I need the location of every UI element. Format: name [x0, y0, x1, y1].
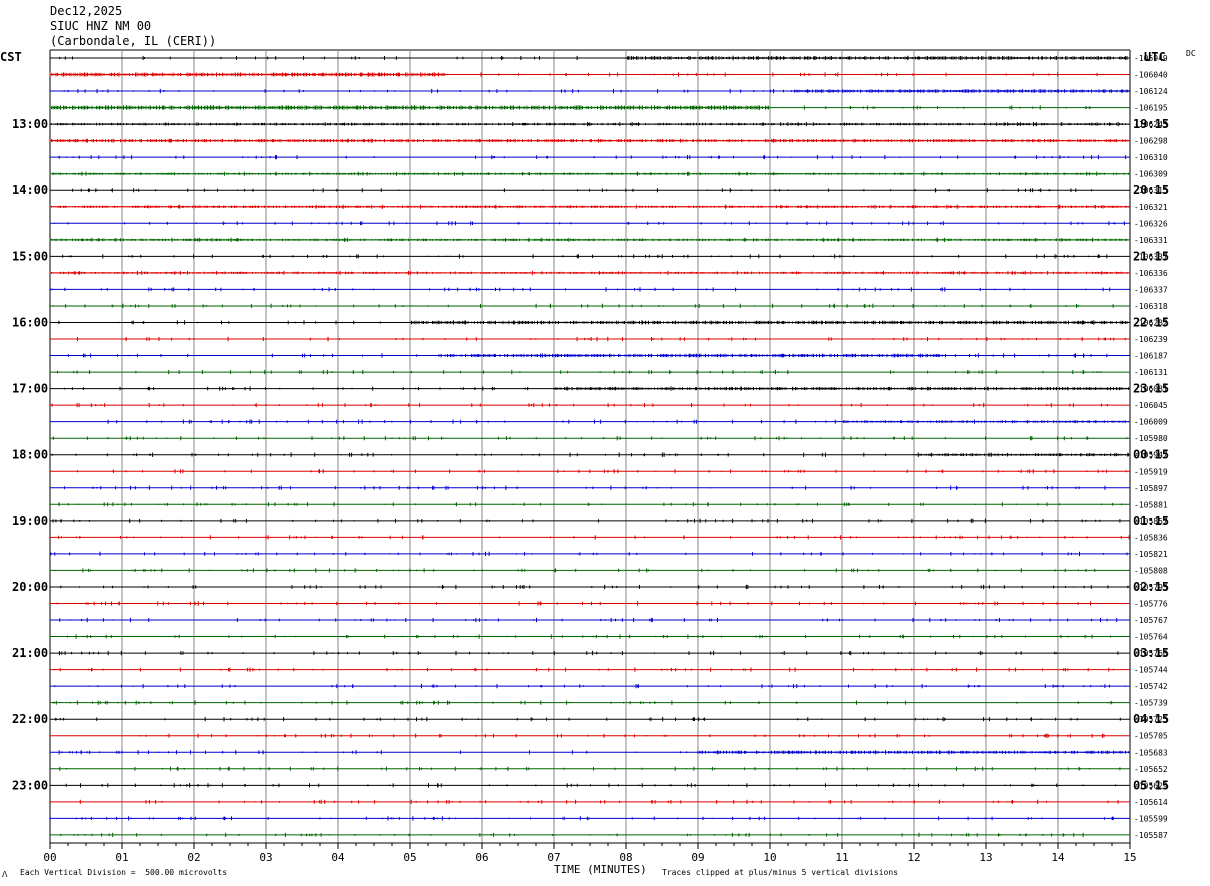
dc-offset-label: -105821 — [1134, 550, 1168, 559]
x-tick-label: 04 — [331, 851, 345, 864]
dc-offset-label: -106309 — [1134, 170, 1168, 179]
dc-offset-label: -105683 — [1134, 748, 1168, 757]
dc-offset-label: -105587 — [1134, 831, 1168, 840]
x-tick-label: 02 — [187, 851, 200, 864]
dc-offset-label: -106195 — [1134, 104, 1168, 113]
x-tick-label: 01 — [115, 851, 128, 864]
x-tick-label: 12 — [907, 851, 920, 864]
dc-offset-label: -106131 — [1134, 368, 1168, 377]
dc-offset-label: -106331 — [1134, 236, 1168, 245]
dc-offset-label: -105897 — [1134, 484, 1168, 493]
left-hour-label: 14:00 — [12, 183, 48, 197]
dc-offset-label: -105599 — [1134, 814, 1168, 823]
left-hour-label: 20:00 — [12, 580, 48, 594]
right-hour-label: 01:15 — [1133, 514, 1169, 528]
right-hour-label: 20:15 — [1133, 183, 1169, 197]
right-hour-label: 02:15 — [1133, 580, 1169, 594]
left-hour-label: 22:00 — [12, 712, 48, 726]
dc-offset-label: -106298 — [1134, 137, 1168, 146]
dc-offset-label: -106318 — [1134, 302, 1168, 311]
dc-offset-label: -105767 — [1134, 616, 1168, 625]
left-hour-label: 18:00 — [12, 448, 48, 462]
dc-offset-label: -105919 — [1134, 467, 1168, 476]
corner-mark: ⴷ — [2, 870, 8, 879]
dc-offset-label: -106310 — [1134, 153, 1168, 162]
left-hour-label: 16:00 — [12, 315, 48, 329]
left-hour-label: 15:00 — [12, 249, 48, 263]
left-hour-label: 23:00 — [12, 778, 48, 792]
x-tick-label: 06 — [475, 851, 488, 864]
minute-gridlines — [49, 49, 1131, 849]
x-tick-label: 03 — [259, 851, 272, 864]
x-tick-label: 05 — [403, 851, 416, 864]
dc-offset-label: -105652 — [1134, 765, 1168, 774]
dc-offset-label: -105744 — [1134, 666, 1168, 675]
dc-offset-label: -106239 — [1134, 335, 1168, 344]
seismogram-chart: -105949-106040-106124-106195-106243-1062… — [12, 49, 1169, 864]
x-tick-label: 13 — [979, 851, 992, 864]
dc-offset-label: -106321 — [1134, 203, 1168, 212]
dc-offset-label: -105739 — [1134, 699, 1168, 708]
dc-offset-label: -105742 — [1134, 682, 1168, 691]
x-tick-label: 10 — [763, 851, 776, 864]
right-hour-label: 21:15 — [1133, 249, 1169, 263]
right-hour-label: 23:15 — [1133, 382, 1169, 396]
right-hour-label: 19:15 — [1133, 117, 1169, 131]
x-tick-label: 14 — [1051, 851, 1065, 864]
vertical-division-scale: Each Vertical Division = 500.00 microvol… — [20, 868, 228, 877]
dc-offset-label: -106040 — [1134, 71, 1168, 80]
dc-offset-label: -106326 — [1134, 219, 1168, 228]
dc-offset-label: -106009 — [1134, 418, 1168, 427]
right-hour-label: 03:15 — [1133, 646, 1169, 660]
clip-note: Traces clipped at plus/minus 5 vertical … — [662, 868, 899, 877]
dc-offset-label: -106045 — [1134, 401, 1168, 410]
left-hour-label: 13:00 — [12, 117, 48, 131]
x-tick-label: 11 — [835, 851, 848, 864]
dc-offset-label: -106336 — [1134, 269, 1168, 278]
dc-offset-label: -105705 — [1134, 732, 1168, 741]
dc-offset-label: -106124 — [1134, 87, 1168, 96]
dc-offset-label: -105614 — [1134, 798, 1168, 807]
right-hour-label: 04:15 — [1133, 712, 1169, 726]
dc-offset-label: -105808 — [1134, 566, 1168, 575]
dc-offset-label: -106187 — [1134, 352, 1168, 361]
dc-offset-label: -106337 — [1134, 285, 1168, 294]
x-tick-label: 09 — [691, 851, 704, 864]
right-hour-label: 05:15 — [1133, 778, 1169, 792]
left-hour-label: 21:00 — [12, 646, 48, 660]
dc-offset-label: -105881 — [1134, 500, 1168, 509]
dc-offset-label: -105836 — [1134, 533, 1168, 542]
right-hour-label: 22:15 — [1133, 315, 1169, 329]
dc-offset-label: -105764 — [1134, 633, 1168, 642]
left-hour-label: 19:00 — [12, 514, 48, 528]
axis-labels: -105949-106040-106124-106195-106243-1062… — [12, 54, 1169, 864]
left-hour-label: 17:00 — [12, 382, 48, 396]
x-tick-label: 00 — [43, 851, 56, 864]
dc-offset-label: -105980 — [1134, 434, 1168, 443]
x-tick-label: 15 — [1123, 851, 1136, 864]
dc-offset-label: -105949 — [1134, 54, 1168, 63]
dc-offset-label: -105776 — [1134, 599, 1168, 608]
x-axis-title: TIME (MINUTES) — [554, 863, 647, 876]
right-hour-label: 00:15 — [1133, 448, 1169, 462]
